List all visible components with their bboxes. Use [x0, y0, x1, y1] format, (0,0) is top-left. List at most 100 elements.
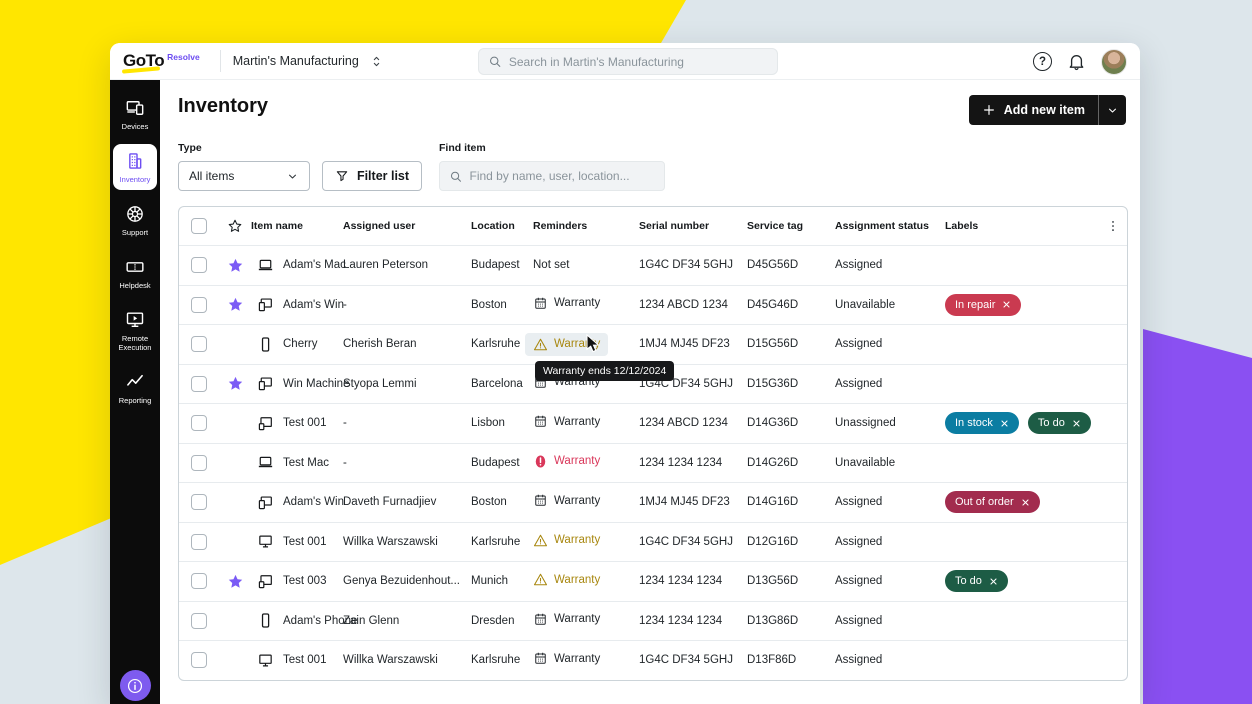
- org-switcher-icon[interactable]: [370, 55, 383, 68]
- column-header[interactable]: Reminders: [533, 220, 639, 232]
- sidebar-item-reporting[interactable]: Reporting: [113, 365, 157, 411]
- row-checkbox[interactable]: [191, 376, 207, 392]
- add-new-item-main[interactable]: Add new item: [969, 95, 1098, 125]
- favorite-star-icon[interactable]: [227, 257, 244, 274]
- column-header[interactable]: Assigned user: [343, 220, 471, 232]
- type-filter-select[interactable]: All items: [178, 161, 310, 191]
- label-text: In repair: [955, 299, 995, 311]
- add-new-item-dropdown[interactable]: [1099, 95, 1126, 125]
- column-header[interactable]: Location: [471, 220, 533, 232]
- remove-label-icon[interactable]: [1021, 498, 1030, 507]
- table-row[interactable]: Test Mac - Budapest Warranty 1234 1234 1…: [179, 443, 1127, 483]
- column-header[interactable]: Item name: [251, 220, 343, 232]
- sidebar-item-helpdesk[interactable]: Helpdesk: [113, 250, 157, 296]
- remove-label-icon[interactable]: [1000, 419, 1009, 428]
- info-button[interactable]: [120, 670, 151, 701]
- goto-resolve-logo[interactable]: GoTo Resolve: [110, 51, 212, 71]
- remove-label-icon[interactable]: [1072, 419, 1081, 428]
- reminder-cell[interactable]: Warranty: [533, 651, 600, 666]
- assignment-status: Assigned: [835, 378, 945, 390]
- label-text: To do: [955, 575, 982, 587]
- serial-number: 1G4C DF34 5GHJ: [639, 536, 747, 548]
- row-checkbox[interactable]: [191, 297, 207, 313]
- notifications-bell-icon[interactable]: [1067, 52, 1086, 71]
- global-search-input[interactable]: [509, 55, 768, 69]
- reminder-cell[interactable]: Warranty: [533, 533, 600, 548]
- table-row[interactable]: Test 003 Genya Bezuidenhout... Munich Wa…: [179, 561, 1127, 601]
- column-options-icon[interactable]: [1106, 219, 1120, 233]
- assignment-status: Unassigned: [835, 417, 945, 429]
- column-header[interactable]: Assignment status: [835, 220, 945, 232]
- item-name: Cherry: [283, 338, 318, 350]
- location: Dresden: [471, 615, 533, 627]
- star-column-header-icon[interactable]: [227, 218, 243, 234]
- user-avatar[interactable]: [1101, 49, 1127, 75]
- row-checkbox[interactable]: [191, 652, 207, 668]
- mouse-cursor: [585, 334, 602, 354]
- label-pill[interactable]: Out of order: [945, 491, 1040, 513]
- table-row[interactable]: Adam's Win Daveth Furnadjiev Boston Warr…: [179, 482, 1127, 522]
- label-pill[interactable]: To do: [1028, 412, 1091, 434]
- row-checkbox[interactable]: [191, 455, 207, 471]
- funnel-icon: [335, 169, 349, 183]
- calendar-icon: [533, 414, 548, 429]
- find-item-input[interactable]: [470, 169, 656, 183]
- assigned-user: -: [343, 457, 471, 469]
- remove-label-icon[interactable]: [1002, 300, 1011, 309]
- select-all-checkbox[interactable]: [191, 218, 207, 234]
- remove-label-icon[interactable]: [989, 577, 998, 586]
- filter-list-button[interactable]: Filter list: [322, 161, 422, 191]
- column-header[interactable]: Service tag: [747, 220, 835, 232]
- reminder-cell[interactable]: Warranty: [533, 296, 600, 311]
- table-row[interactable]: Test 001 Willka Warszawski Karlsruhe War…: [179, 522, 1127, 562]
- find-item-search[interactable]: [439, 161, 665, 191]
- row-checkbox[interactable]: [191, 257, 207, 273]
- table-row[interactable]: Adam's Mac Lauren Peterson Budapest Not …: [179, 245, 1127, 285]
- table-row[interactable]: Test 001 - Lisbon Warranty 1234 ABCD 123…: [179, 403, 1127, 443]
- favorite-star-icon[interactable]: [227, 375, 244, 392]
- label-pill[interactable]: In stock: [945, 412, 1019, 434]
- row-checkbox[interactable]: [191, 415, 207, 431]
- reminder-cell[interactable]: Warranty: [533, 572, 600, 587]
- table-row[interactable]: Adam's Phone Zain Glenn Dresden Warranty…: [179, 601, 1127, 641]
- global-search[interactable]: [478, 48, 778, 75]
- row-checkbox[interactable]: [191, 534, 207, 550]
- label-pill[interactable]: To do: [945, 570, 1008, 592]
- label-pill[interactable]: In repair: [945, 294, 1021, 316]
- win-icon: [257, 494, 274, 511]
- assigned-user: Willka Warszawski: [343, 536, 471, 548]
- reminder-cell[interactable]: Warranty: [533, 493, 600, 508]
- phone-icon: [257, 336, 274, 353]
- inventory-table: Item nameAssigned userLocationRemindersS…: [178, 206, 1128, 681]
- table-row[interactable]: Cherry Cherish Beran Karlsruhe Warranty …: [179, 324, 1127, 364]
- sidebar-item-support[interactable]: Support: [113, 197, 157, 243]
- sidebar-item-devices[interactable]: Devices: [113, 91, 157, 137]
- serial-number: 1MJ4 MJ45 DF23: [639, 338, 747, 350]
- alert-icon: [533, 454, 548, 469]
- sidebar-item-remote[interactable]: Remote Execution: [113, 303, 157, 358]
- table-row[interactable]: Test 001 Willka Warszawski Karlsruhe War…: [179, 640, 1127, 680]
- column-header[interactable]: Labels: [945, 220, 1096, 232]
- row-checkbox[interactable]: [191, 573, 207, 589]
- reminder-text: Warranty: [554, 534, 600, 546]
- row-checkbox[interactable]: [191, 613, 207, 629]
- assigned-user: Styopa Lemmi: [343, 378, 471, 390]
- favorite-star-icon[interactable]: [227, 296, 244, 313]
- warning-triangle-icon: [533, 533, 548, 548]
- row-checkbox[interactable]: [191, 336, 207, 352]
- column-header[interactable]: Serial number: [639, 220, 747, 232]
- reminder-cell[interactable]: Warranty: [533, 414, 600, 429]
- favorite-star-icon[interactable]: [227, 573, 244, 590]
- sidebar-item-inventory[interactable]: Inventory: [113, 144, 157, 190]
- row-checkbox[interactable]: [191, 494, 207, 510]
- page-title: Inventory: [178, 95, 268, 118]
- item-name: Test Mac: [283, 457, 329, 469]
- service-tag: D14G26D: [747, 457, 835, 469]
- help-icon[interactable]: ?: [1033, 52, 1052, 71]
- reminder-cell[interactable]: Warranty: [533, 612, 600, 627]
- table-row[interactable]: Adam's Win - Boston Warranty 1234 ABCD 1…: [179, 285, 1127, 325]
- assigned-user: Cherish Beran: [343, 338, 471, 350]
- reminder-cell[interactable]: Not set: [533, 259, 569, 271]
- location: Karlsruhe: [471, 338, 533, 350]
- reminder-cell[interactable]: Warranty: [533, 454, 600, 469]
